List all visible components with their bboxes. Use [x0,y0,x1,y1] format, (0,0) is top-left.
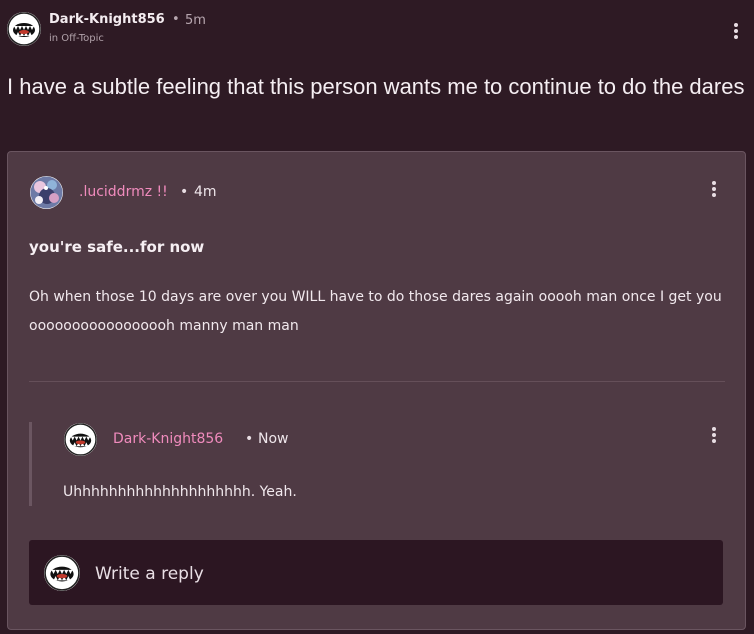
more-vertical-icon[interactable] [707,178,721,200]
separator-dot: • [245,431,254,447]
separator-dot: • [180,184,189,200]
commenter-name[interactable]: .luciddrmz !! [79,184,168,200]
post-author-name[interactable]: Dark-Knight856 [49,12,165,27]
author-avatar[interactable] [7,12,41,46]
comment-heading: you're safe...for now [29,238,205,256]
post-timestamp: 5m [185,13,206,28]
self-avatar [44,555,80,591]
write-reply-input[interactable]: Write a reply [29,540,723,605]
divider [29,381,725,382]
more-vertical-icon[interactable] [707,424,721,446]
post-header: Dark-Knight856 • 5m in Off-Topic [0,0,754,62]
separator-dot: • [172,12,180,27]
comment-body: Oh when those 10 days are over you WILL … [29,289,722,334]
reply-body: Uhhhhhhhhhhhhhhhhhhhh. Yeah. [63,484,297,500]
comment-timestamp: 4m [194,184,217,200]
reply-author-avatar[interactable] [64,423,97,456]
commenter-avatar[interactable] [30,176,63,209]
post-title: I have a subtle feeling that this person… [7,74,745,99]
comment-card: .luciddrmz !! • 4m you're safe...for now… [7,151,746,630]
post-board-label[interactable]: in Off-Topic [49,33,104,44]
more-vertical-icon[interactable] [729,20,743,42]
reply-timestamp: Now [258,431,289,447]
reply-author-name[interactable]: Dark-Knight856 [113,431,223,447]
write-reply-placeholder: Write a reply [95,564,204,584]
reply-thread-line [29,422,32,506]
